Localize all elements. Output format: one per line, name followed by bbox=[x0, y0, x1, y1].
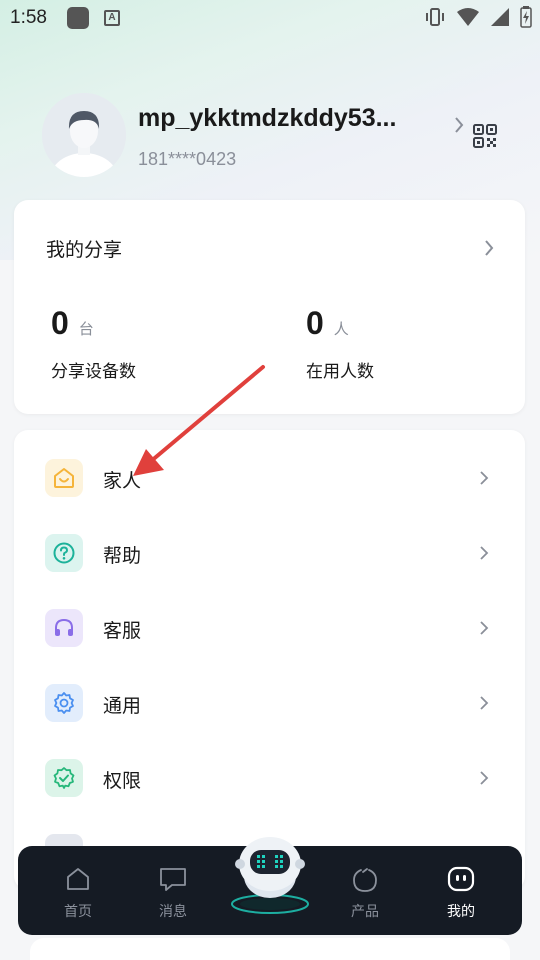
help-icon bbox=[45, 534, 83, 572]
gear-icon bbox=[45, 684, 83, 722]
app-badge-icon: A bbox=[104, 10, 120, 26]
message-icon bbox=[160, 868, 186, 891]
menu-item-label: 客服 bbox=[103, 620, 142, 642]
chevron-right-icon bbox=[485, 240, 494, 256]
username: mp_ykktmdzkddy53... bbox=[138, 104, 397, 132]
menu-item-general[interactable]: 通用 bbox=[14, 674, 525, 734]
menu-item-label: 通用 bbox=[103, 695, 142, 717]
stat-label: 在用人数 bbox=[306, 362, 374, 382]
chevron-right-icon bbox=[480, 621, 489, 635]
phone-number: 181****0423 bbox=[138, 149, 237, 169]
shield-check-icon bbox=[45, 759, 83, 797]
menu-item-permissions[interactable]: 权限 bbox=[14, 749, 525, 809]
chevron-right-icon bbox=[480, 696, 489, 710]
menu-item-help[interactable]: 帮助 bbox=[14, 524, 525, 584]
signal-icon bbox=[491, 8, 509, 26]
menu-item-label: 权限 bbox=[103, 770, 142, 792]
stat-value: 0 bbox=[306, 305, 324, 341]
tab-label: 我的 bbox=[447, 904, 475, 920]
home-outline-icon bbox=[67, 868, 89, 890]
wifi-icon bbox=[457, 8, 479, 26]
menu-item-customer-service[interactable]: 客服 bbox=[14, 599, 525, 659]
status-bar: 1:58 A bbox=[0, 0, 540, 36]
robot-assistant-icon[interactable] bbox=[228, 832, 312, 916]
product-ring-icon bbox=[353, 868, 377, 892]
stat-value: 0 bbox=[51, 305, 69, 341]
app-notification-icon bbox=[67, 7, 89, 29]
home-icon bbox=[45, 459, 83, 497]
menu-item-label: 帮助 bbox=[103, 545, 142, 567]
stat-label: 分享设备数 bbox=[51, 362, 136, 382]
profile-face-icon bbox=[447, 866, 475, 892]
tab-mine[interactable]: 我的 bbox=[421, 846, 501, 935]
my-share-card[interactable]: 我的分享 0台 分享设备数 0人 在用人数 bbox=[14, 200, 525, 414]
status-time: 1:58 bbox=[10, 7, 47, 28]
tab-label: 首页 bbox=[64, 904, 92, 920]
tab-home[interactable]: 首页 bbox=[38, 846, 118, 935]
qr-code-icon[interactable] bbox=[472, 123, 498, 149]
tab-label: 消息 bbox=[159, 904, 187, 920]
active-users-stat: 0人 在用人数 bbox=[306, 305, 374, 382]
tab-label: 产品 bbox=[351, 904, 379, 920]
battery-icon bbox=[520, 6, 532, 28]
tab-products[interactable]: 产品 bbox=[325, 846, 405, 935]
share-title: 我的分享 bbox=[46, 239, 123, 261]
chevron-right-icon[interactable] bbox=[452, 114, 466, 136]
chevron-right-icon bbox=[480, 471, 489, 485]
menu-card: 家人 帮助 客服 通用 权限 bbox=[14, 430, 525, 890]
chevron-right-icon bbox=[480, 546, 489, 560]
stat-unit: 台 bbox=[78, 320, 94, 338]
default-avatar-icon bbox=[42, 93, 126, 177]
stat-unit: 人 bbox=[333, 320, 349, 338]
shared-devices-stat: 0台 分享设备数 bbox=[51, 305, 136, 382]
menu-item-family[interactable]: 家人 bbox=[14, 449, 525, 509]
tab-messages[interactable]: 消息 bbox=[133, 846, 213, 935]
headset-icon bbox=[45, 609, 83, 647]
avatar[interactable] bbox=[42, 93, 126, 177]
menu-item-label: 家人 bbox=[103, 470, 142, 492]
vibrate-icon bbox=[426, 8, 444, 26]
status-icons bbox=[424, 6, 532, 28]
bottom-card-partial bbox=[30, 938, 510, 960]
chevron-right-icon bbox=[480, 771, 489, 785]
